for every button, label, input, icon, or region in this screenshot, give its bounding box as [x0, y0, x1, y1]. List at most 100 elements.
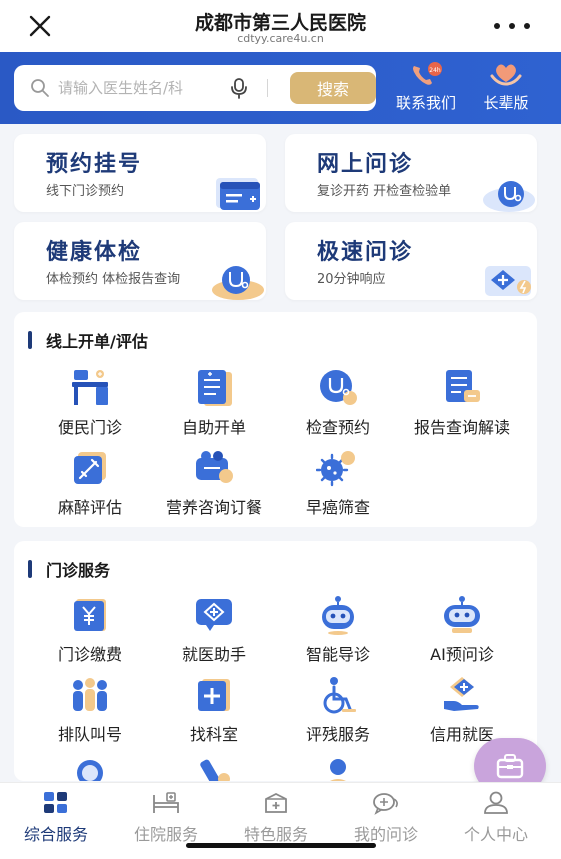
elder-version-link[interactable]: 长辈版 [466, 60, 546, 113]
tab-personal-center[interactable]: 个人中心 [440, 791, 552, 845]
page-url: cdtyy.care4u.cn [237, 32, 324, 45]
stethoscope-icon [212, 266, 264, 300]
person-icon [484, 791, 508, 814]
clinic-desk-icon [72, 370, 108, 405]
section-header: 门诊服务 [28, 559, 110, 580]
card-subtitle: 体检预约 体检报告查询 [46, 272, 181, 287]
exam-booking-item[interactable]: 检查预约 [276, 368, 400, 438]
stethoscope-icon [320, 370, 357, 405]
item-label: 报告查询解读 [413, 418, 510, 437]
item-label: 智能导诊 [305, 645, 370, 664]
yen-payment-icon [74, 599, 106, 631]
self-order-item[interactable]: 自助开单 [152, 368, 276, 438]
top-bar: 成都市第三人民医院 cdtyy.care4u.cn [0, 0, 561, 52]
tab-label: 综合服务 [23, 825, 88, 844]
item-label: 早癌筛查 [305, 498, 370, 517]
svg-text:24h: 24h [429, 67, 441, 74]
tab-inpatient-services[interactable]: 住院服务 [110, 791, 222, 845]
smart-guide-item[interactable]: 智能导诊 [276, 595, 400, 665]
search-icon [31, 79, 49, 97]
partial-row-icon [200, 759, 230, 781]
grid-icon [44, 792, 67, 813]
elder-version-label: 长辈版 [483, 94, 529, 112]
nutrition-meal-item[interactable]: 营养咨询订餐 [152, 448, 276, 518]
item-label: AI预问诊 [430, 645, 494, 664]
item-label: 找科室 [189, 725, 238, 744]
tab-my-consultations[interactable]: 我的问诊 [330, 791, 442, 845]
syringe-icon [74, 452, 106, 484]
credit-medical-item[interactable]: 信用就医 [400, 675, 524, 745]
item-label: 就医助手 [181, 645, 246, 664]
item-label: 门诊缴费 [57, 645, 122, 664]
nutrition-icon [196, 451, 233, 483]
credit-hand-icon [444, 677, 479, 711]
section-header: 线上开单/评估 [28, 330, 148, 351]
more-dots-icon[interactable] [494, 14, 530, 38]
search-button[interactable]: 搜索 [290, 72, 376, 104]
search-band: 搜索 24h 联系我们 长辈版 [0, 52, 561, 124]
heart-hands-icon [490, 64, 522, 86]
disability-assessment-item[interactable]: 评残服务 [276, 675, 400, 745]
section-title: 线上开单/评估 [46, 332, 148, 351]
card-subtitle: 复诊开药 开检查检验单 [317, 184, 452, 199]
item-label: 自助开单 [181, 418, 246, 437]
section-accent-bar [28, 560, 32, 578]
outpatient-services-section: 门诊服务 门诊缴费 就医助手 智能导诊 AI预问诊 排队叫号 找科室 评残服务 … [14, 541, 537, 781]
microphone-icon[interactable] [228, 77, 250, 99]
page-title: 成都市第三人民医院 [194, 12, 366, 34]
item-label: 排队叫号 [57, 725, 122, 744]
card-title: 健康体检 [46, 240, 143, 265]
card-title: 网上问诊 [317, 152, 414, 177]
medical-chat-icon [196, 599, 232, 631]
report-query-item[interactable]: 报告查询解读 [400, 368, 524, 438]
convenience-clinic-item[interactable]: 便民门诊 [28, 368, 152, 438]
health-checkup-card[interactable]: 健康体检 体检预约 体检报告查询 [14, 222, 266, 300]
report-icon [446, 370, 480, 402]
tab-featured-services[interactable]: 特色服务 [220, 791, 332, 845]
hospital-cross-icon [198, 679, 230, 711]
tab-label: 特色服务 [243, 825, 308, 844]
item-label: 评残服务 [305, 725, 370, 744]
hospital-bed-icon [153, 792, 179, 813]
contact-us-label: 联系我们 [395, 94, 456, 112]
card-title: 极速问诊 [317, 240, 414, 265]
medical-assistant-item[interactable]: 就医助手 [152, 595, 276, 665]
phone-24h-icon: 24h [413, 62, 442, 85]
partial-row-icon [330, 759, 346, 781]
tab-label: 个人中心 [463, 825, 528, 844]
medical-kit-icon [496, 754, 524, 779]
ai-robot-icon [444, 596, 480, 633]
chat-bubble-icon [373, 793, 398, 815]
contact-us-link[interactable]: 24h 联系我们 [386, 60, 466, 113]
calendar-icon [216, 178, 260, 210]
home-indicator[interactable] [186, 843, 376, 848]
item-label: 营养咨询订餐 [165, 498, 262, 517]
item-label: 麻醉评估 [57, 498, 122, 517]
online-services-section: 线上开单/评估 便民门诊 自助开单 检查预约 报告查询解读 麻醉评估 营养咨询订… [14, 312, 537, 527]
find-department-item[interactable]: 找科室 [152, 675, 276, 745]
item-label: 检查预约 [305, 418, 370, 437]
online-consult-card[interactable]: 网上问诊 复诊开药 开检查检验单 [285, 134, 537, 212]
partial-row-icon [77, 760, 103, 781]
ai-preconsult-item[interactable]: AI预问诊 [400, 595, 524, 665]
tab-label: 住院服务 [133, 825, 198, 844]
search-bar: 搜索 [14, 65, 376, 111]
wheelchair-icon [323, 677, 356, 714]
tab-label: 我的问诊 [353, 825, 418, 844]
robot-icon [322, 596, 354, 635]
appointment-card[interactable]: 预约挂号 线下门诊预约 [14, 134, 266, 212]
fast-consult-card[interactable]: 极速问诊 20分钟响应 [285, 222, 537, 300]
tab-general-services[interactable]: 综合服务 [0, 791, 112, 845]
search-input[interactable] [58, 75, 226, 101]
anesthesia-assessment-item[interactable]: 麻醉评估 [28, 448, 152, 518]
cancer-screening-item[interactable]: 早癌筛查 [276, 448, 400, 518]
card-subtitle: 20分钟响应 [317, 272, 386, 287]
queue-call-item[interactable]: 排队叫号 [28, 675, 152, 745]
search-divider [267, 79, 268, 97]
medical-box-icon [265, 792, 287, 813]
card-subtitle: 线下门诊预约 [46, 184, 125, 199]
outpatient-payment-item[interactable]: 门诊缴费 [28, 595, 152, 665]
queue-people-icon [73, 678, 107, 711]
form-list-icon [198, 370, 232, 406]
medical-lightning-icon [485, 266, 531, 296]
